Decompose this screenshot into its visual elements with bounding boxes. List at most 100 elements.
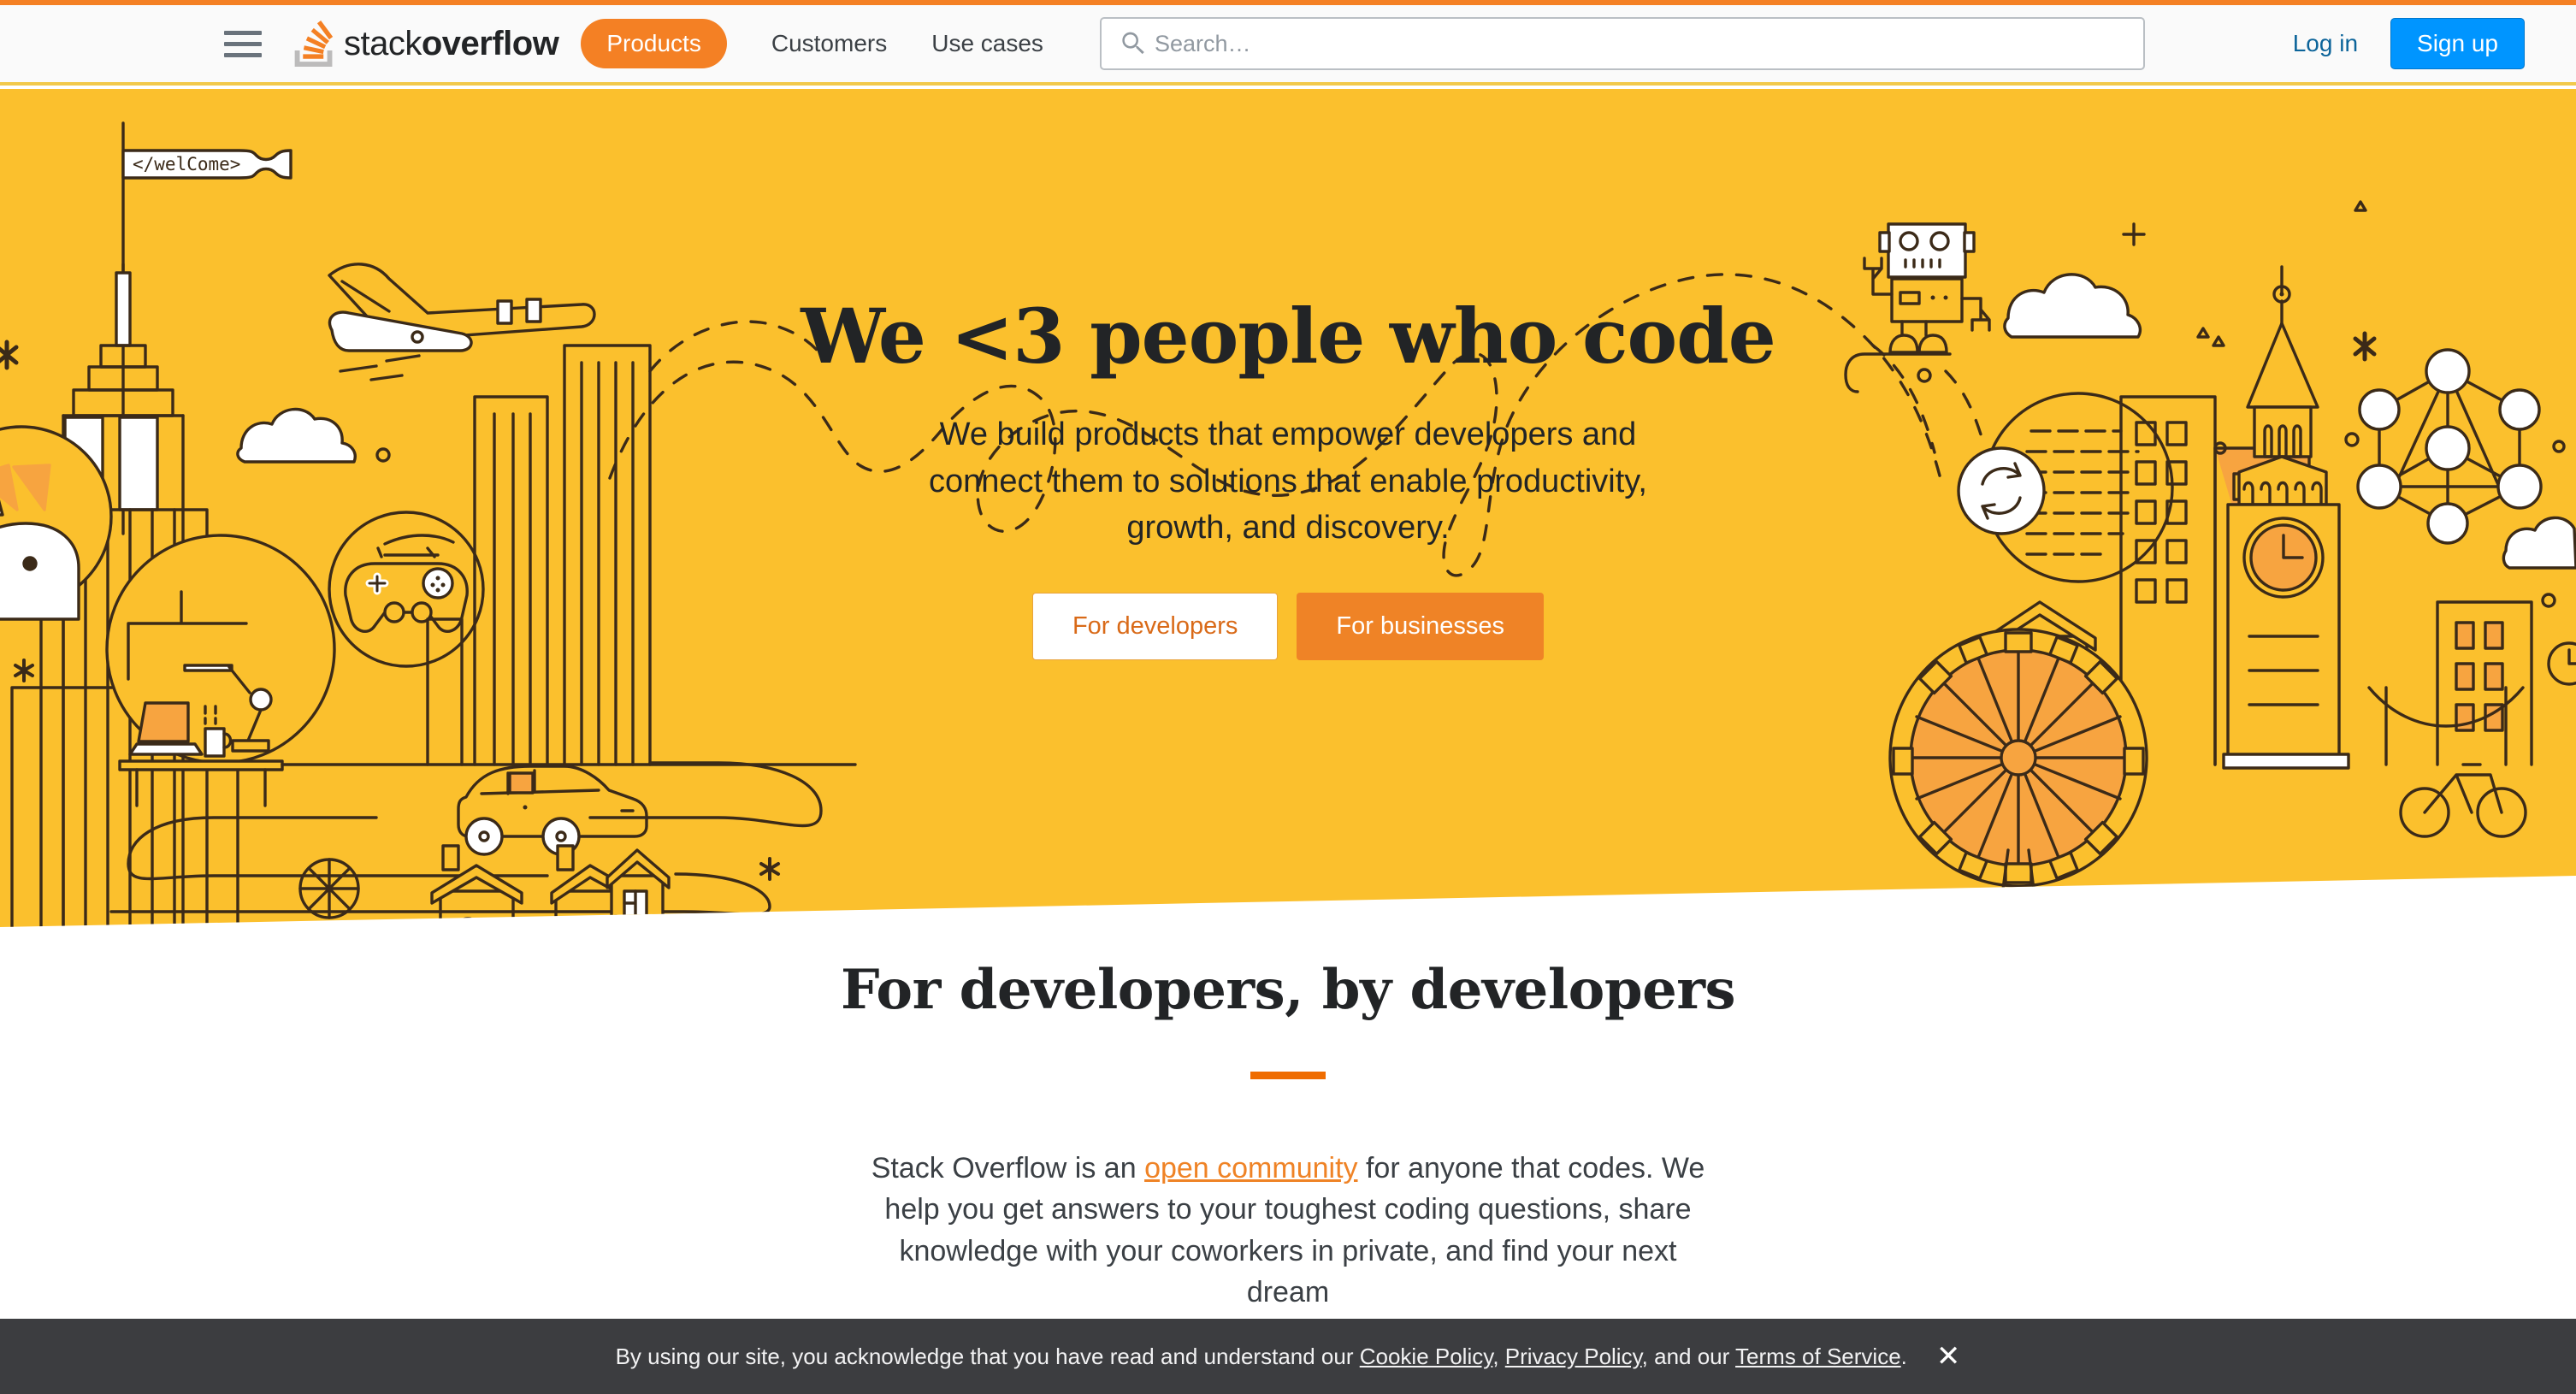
desk-shelf-item [183, 664, 233, 672]
triangle-icon [2196, 327, 2210, 339]
house-window-2 [570, 917, 594, 927]
robot-feet [1888, 334, 1948, 354]
section-divider-rule [1250, 1072, 1326, 1079]
logo-text-bold: overflow [421, 24, 559, 62]
cookie-period: . [1900, 1343, 1907, 1369]
airplane-window [525, 298, 542, 323]
signup-button[interactable]: Sign up [2390, 18, 2525, 69]
cookie-consent-banner: By using our site, you acknowledge that … [0, 1319, 2576, 1394]
clock-hands [2567, 648, 2576, 665]
airplane-window [496, 299, 513, 325]
robot-ear [1963, 231, 1976, 253]
login-link[interactable]: Log in [2293, 30, 2358, 57]
cookie-sep2: , and our [1641, 1343, 1736, 1369]
cloud-icon-far-right [2502, 516, 2576, 570]
cookie-intro: By using our site, you acknowledge that … [615, 1343, 1360, 1369]
site-logo[interactable]: stackoverflow [294, 21, 559, 67]
circle-dot-icon [1917, 368, 1932, 383]
gamepad-btn-dot [435, 588, 440, 593]
asterisk-icon [0, 340, 19, 370]
robot-panel [1899, 291, 1921, 305]
welcome-flag-text: </welCome> [133, 154, 240, 174]
terms-of-service-link[interactable]: Terms of Service [1735, 1344, 1901, 1369]
search-input[interactable] [1154, 30, 2143, 57]
laptop-base [128, 742, 204, 756]
unicorn-icon [0, 522, 80, 621]
bigben-base [2222, 753, 2350, 770]
skyline-tower-lines [493, 412, 532, 766]
for-developers-button[interactable]: For developers [1031, 593, 1279, 661]
right-building-window [2484, 662, 2504, 691]
dashed-flight-path [608, 360, 1456, 533]
house-chimney-2 [556, 844, 575, 871]
robot-icon [1887, 222, 1967, 279]
nav-account-actions: Log in Sign up [2262, 18, 2525, 69]
search-icon [1122, 32, 1144, 55]
robot-ear [1878, 231, 1891, 253]
circle-dot-icon [2552, 440, 2566, 453]
search-box[interactable] [1099, 17, 2145, 70]
cookie-text: By using our site, you acknowledge that … [616, 1344, 1907, 1370]
nav-link-use-cases[interactable]: Use cases [931, 30, 1043, 57]
car-handle [523, 805, 528, 810]
gamepad-buttons [422, 567, 454, 600]
coffee-mug-icon [204, 727, 226, 758]
top-navigation-bar: stackoverflow Products Customers Use cas… [0, 5, 2576, 86]
cookie-policy-link[interactable]: Cookie Policy [1360, 1344, 1493, 1369]
section-body-part1: Stack Overflow is an [871, 1152, 1145, 1184]
for-businesses-button[interactable]: For businesses [1297, 593, 1545, 661]
dashed-flight-path-2 [1442, 273, 1943, 577]
building-spire-tip [115, 271, 132, 347]
desk-lamp-head [249, 688, 273, 712]
ferris-wheel-hub [2000, 739, 2037, 777]
section-title: For developers, by developers [840, 958, 1736, 1022]
airplane-speed-lines [339, 354, 421, 381]
building-window [2135, 578, 2157, 604]
cloud-icon-right [2003, 273, 2142, 339]
house-window [456, 917, 480, 927]
hamburger-bar [224, 30, 262, 35]
close-icon[interactable]: ✕ [1936, 1342, 1961, 1371]
nav-link-customers[interactable]: Customers [771, 30, 887, 57]
building-window [2165, 539, 2188, 564]
road-curve-1 [588, 761, 823, 828]
robot-platform [1844, 352, 1952, 393]
nav-products-button[interactable]: Products [581, 19, 727, 68]
bigben-finial-dot [2279, 292, 2284, 297]
right-building-window [2455, 662, 2475, 691]
right-building-window [2484, 621, 2504, 650]
cloud-icon-left [236, 407, 357, 464]
desk-surface [118, 759, 284, 771]
house-chimney [441, 844, 460, 871]
robot-led [1943, 295, 1948, 300]
desk-legs [135, 768, 267, 807]
page-root: stackoverflow Products Customers Use cas… [0, 0, 2576, 1394]
open-community-link[interactable]: open community [1144, 1152, 1357, 1184]
asterisk-icon-right [2353, 331, 2377, 362]
hero-banner: </welCome> [0, 89, 2576, 927]
skyline-tall [563, 344, 652, 766]
gamepad-btn-dot [430, 582, 435, 588]
circle-dot-icon [375, 447, 391, 463]
hamburger-bar [224, 41, 262, 46]
triangle-icon [2354, 200, 2367, 212]
laptop-icon [137, 701, 190, 743]
car-wheel [464, 817, 504, 856]
robot-legs [1900, 320, 1928, 337]
plus-icon [2122, 222, 2146, 246]
right-building-window [2455, 621, 2475, 650]
robot-led [1930, 295, 1935, 300]
desk-lamp-base [231, 739, 270, 753]
cookie-sep1: , [1492, 1343, 1505, 1369]
gamepad-btn-dot [440, 582, 446, 588]
skyline-tall-lines [580, 361, 635, 766]
plus-icon-left [14, 659, 34, 682]
house-icon-2 [554, 889, 617, 927]
hero-cta-group: For developers For businesses [1031, 593, 1545, 661]
car-window [508, 771, 535, 794]
developers-section: For developers, by developers Stack Over… [0, 958, 2576, 1313]
hamburger-menu-icon[interactable] [224, 28, 263, 59]
privacy-policy-link[interactable]: Privacy Policy [1505, 1344, 1642, 1369]
site-logo-text: stackoverflow [344, 24, 559, 63]
robot-plug-right [1960, 297, 1991, 332]
